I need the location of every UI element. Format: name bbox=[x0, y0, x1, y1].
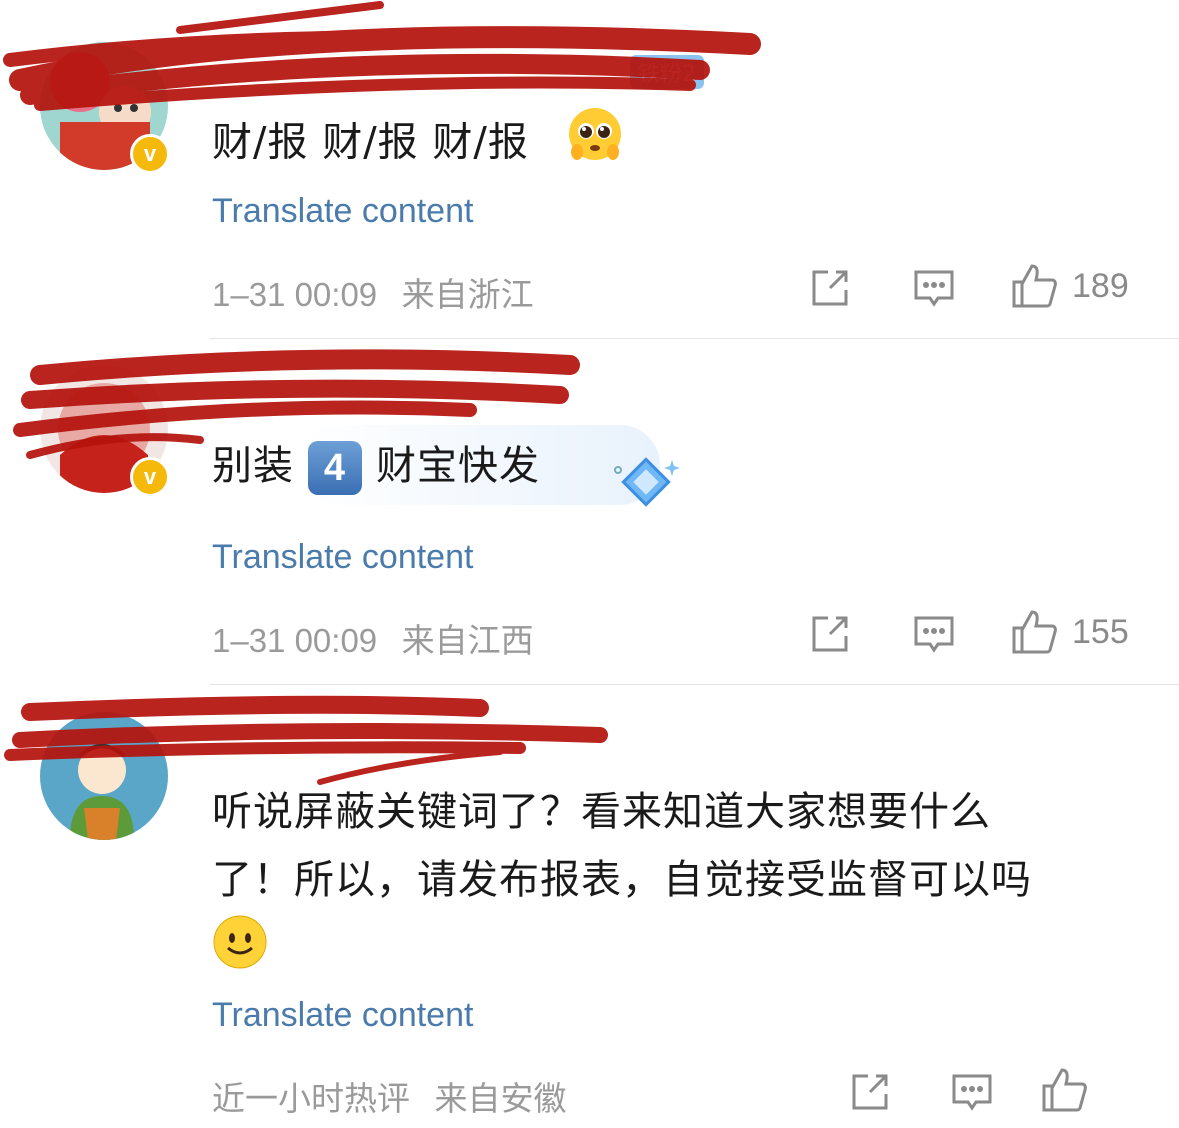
redaction-scribble bbox=[3, 1, 761, 785]
